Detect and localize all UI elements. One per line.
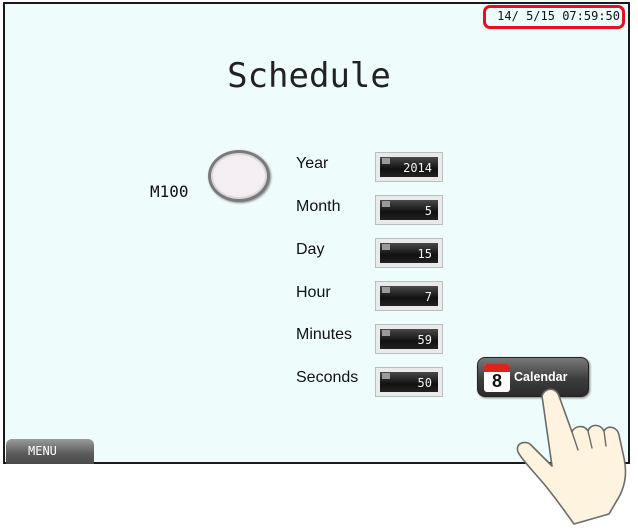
- calendar-button-label: Calendar: [514, 370, 568, 384]
- calendar-icon: 8: [484, 364, 510, 392]
- numeric-display-minutes: 59: [375, 324, 443, 354]
- numeric-display-seconds: 50: [375, 367, 443, 397]
- lamp-indicator: [208, 150, 270, 202]
- lamp-label: M100: [150, 182, 189, 201]
- field-label-day: Day: [296, 241, 325, 258]
- numeric-display-hour: 7: [375, 281, 443, 311]
- pointing-hand-icon: [516, 388, 627, 525]
- menu-button-label: MENU: [28, 444, 57, 458]
- numeric-display-day: 15: [375, 238, 443, 268]
- numeric-value-day: 15: [380, 243, 438, 263]
- field-label-seconds: Seconds: [296, 369, 359, 386]
- numeric-value-month: 5: [380, 200, 438, 220]
- calendar-icon-number: 8: [491, 371, 502, 391]
- field-label-minutes: Minutes: [296, 326, 353, 343]
- field-label-month: Month: [296, 198, 341, 215]
- numeric-value-year: 2014: [380, 157, 438, 177]
- numeric-display-year: 2014: [375, 152, 443, 182]
- field-label-year: Year: [296, 155, 329, 172]
- field-label-hour: Hour: [296, 284, 331, 301]
- datetime-display: 14/ 5/15 07:59:50: [483, 5, 625, 29]
- numeric-value-hour: 7: [380, 286, 438, 306]
- numeric-display-month: 5: [375, 195, 443, 225]
- numeric-value-minutes: 59: [380, 329, 438, 349]
- menu-button[interactable]: MENU: [6, 439, 94, 464]
- page-title: Schedule: [227, 56, 391, 96]
- numeric-value-seconds: 50: [380, 372, 438, 392]
